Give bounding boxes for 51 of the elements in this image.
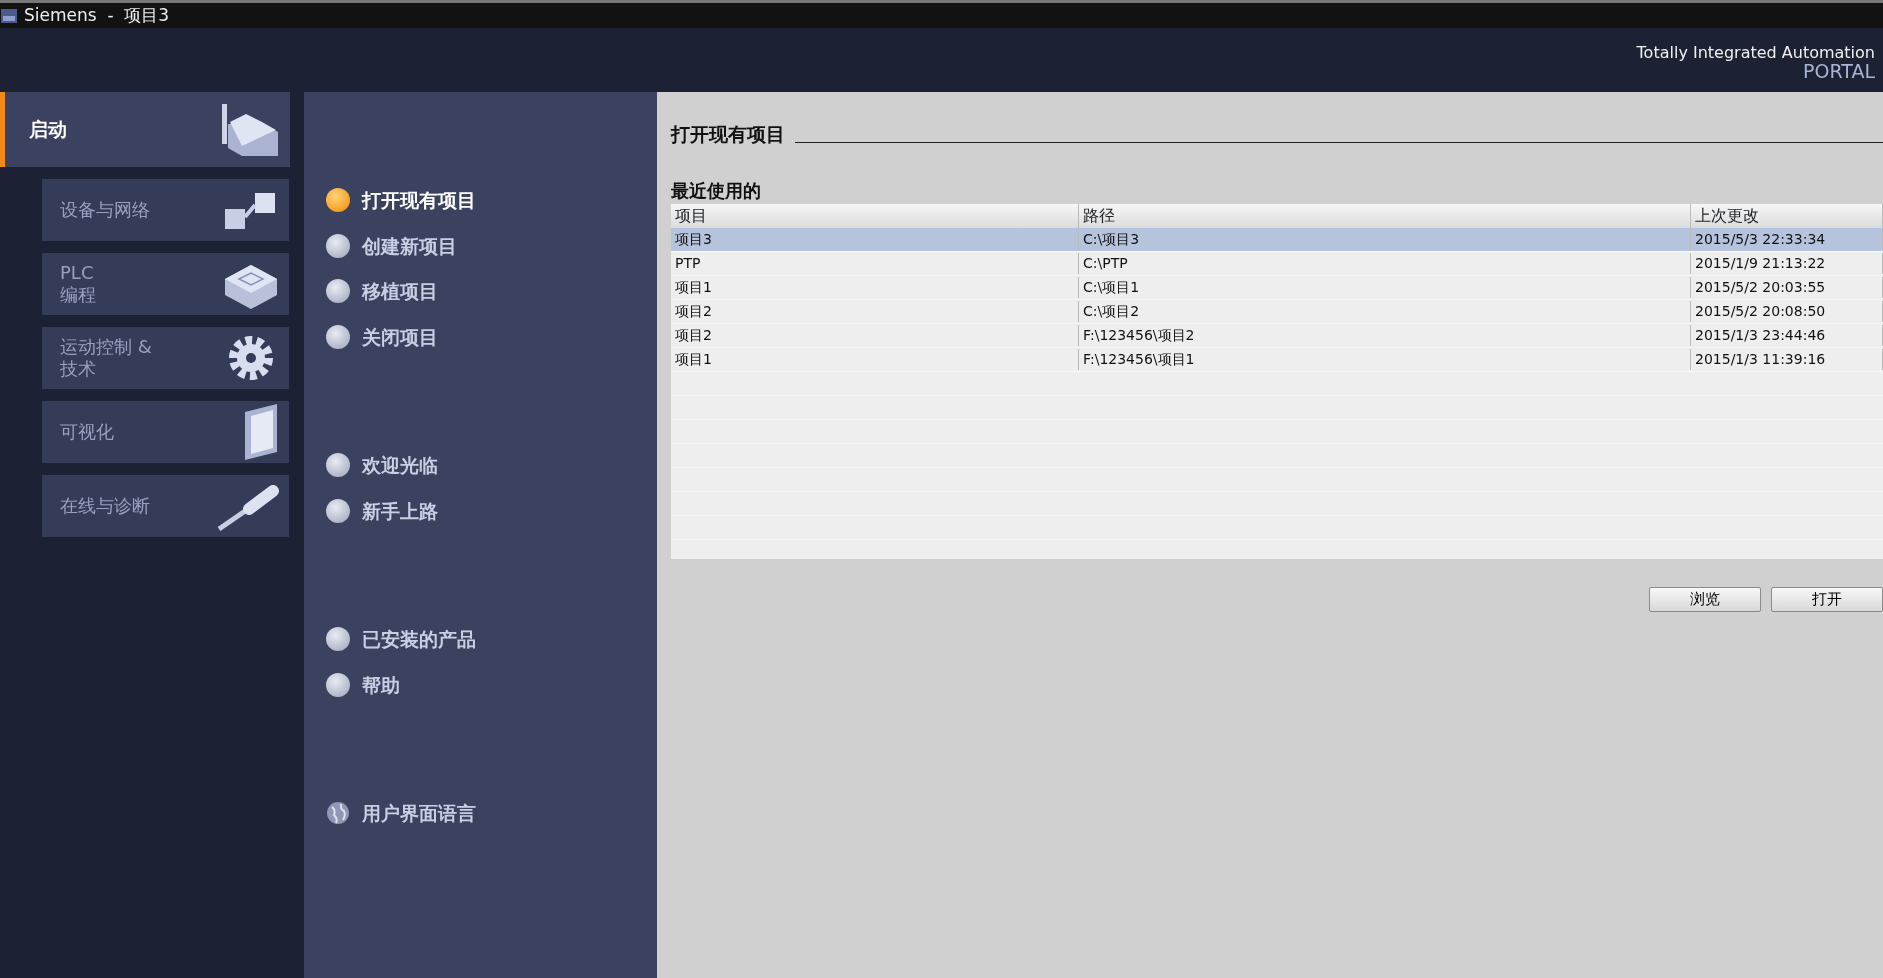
table-cell: 项目1 [671, 276, 1079, 298]
action-link[interactable]: 关闭项目 [326, 322, 657, 351]
table-cell: 2015/5/2 20:03:55 [1691, 276, 1883, 298]
product-subtitle: PORTAL [1802, 61, 1875, 81]
table-cell: PTP [671, 252, 1079, 274]
portal-tab[interactable]: 启动 [0, 92, 290, 167]
table-cell: 2015/1/3 11:39:16 [1691, 348, 1883, 370]
table-cell: 2015/5/2 20:08:50 [1691, 300, 1883, 322]
table-cell: 2015/1/3 23:44:46 [1691, 324, 1883, 346]
portal-item[interactable]: 设备与网络 [42, 179, 289, 241]
section-title: 打开现有项目 [671, 122, 785, 147]
table-cell: C:\项目1 [1079, 276, 1691, 298]
action-link[interactable]: 移植项目 [326, 277, 657, 306]
action-link[interactable]: 新手上路 [326, 496, 657, 525]
recent-label: 最近使用的 [671, 178, 762, 203]
action-link[interactable]: 用户界面语言 [326, 799, 657, 828]
table-cell: 2015/5/3 22:33:34 [1691, 228, 1883, 250]
table-cell: C:\项目3 [1079, 228, 1691, 250]
table-cell: 项目2 [671, 324, 1079, 346]
action-link[interactable]: 帮助 [326, 670, 657, 699]
dialog-button[interactable]: 浏览 [1649, 586, 1761, 612]
column-header[interactable]: 上次更改 [1691, 203, 1883, 228]
action-link[interactable]: 已安装的产品 [326, 625, 657, 654]
table-cell: C:\项目2 [1079, 300, 1691, 322]
portal-item[interactable]: 在线与诊断 [42, 475, 289, 537]
table-cell: F:\123456\项目2 [1079, 324, 1691, 346]
action-link[interactable]: 创建新项目 [326, 231, 657, 260]
table-row[interactable]: 项目1 C:\项目1 2015/5/2 20:03:55 [671, 275, 1883, 300]
product-name: Totally Integrated Automation [1636, 44, 1875, 62]
portal-item[interactable]: 可视化 [42, 401, 289, 463]
action-link[interactable]: 打开现有项目 [326, 186, 657, 215]
window-title: Siemens - 项目3 [24, 3, 170, 27]
table-cell: F:\123456\项目1 [1079, 348, 1691, 370]
table-row[interactable]: 项目2 C:\项目2 2015/5/2 20:08:50 [671, 299, 1883, 324]
column-header[interactable]: 路径 [1079, 203, 1691, 228]
portal-item[interactable]: 运动控制 & 技术 [42, 327, 289, 389]
portal-item[interactable]: PLC 编程 [42, 253, 289, 315]
table-cell: 项目3 [671, 228, 1079, 250]
table-row[interactable]: 项目2 F:\123456\项目2 2015/1/3 23:44:46 [671, 323, 1883, 348]
globe-icon [326, 801, 350, 826]
table-cell: 项目1 [671, 348, 1079, 370]
table-cell: C:\PTP [1079, 252, 1691, 274]
app-logo-icon [0, 6, 18, 25]
dialog-button[interactable]: 打开 [1771, 586, 1883, 612]
column-header[interactable]: 项目 [671, 203, 1079, 228]
action-link[interactable]: 欢迎光临 [326, 451, 657, 480]
table-row[interactable]: 项目1 F:\123456\项目1 2015/1/3 11:39:16 [671, 347, 1883, 372]
table-row[interactable]: PTP C:\PTP 2015/1/9 21:13:22 [671, 251, 1883, 276]
table-cell: 项目2 [671, 300, 1079, 322]
table-cell: 2015/1/9 21:13:22 [1691, 252, 1883, 274]
table-row[interactable]: 项目3 C:\项目3 2015/5/3 22:33:34 [671, 227, 1883, 252]
